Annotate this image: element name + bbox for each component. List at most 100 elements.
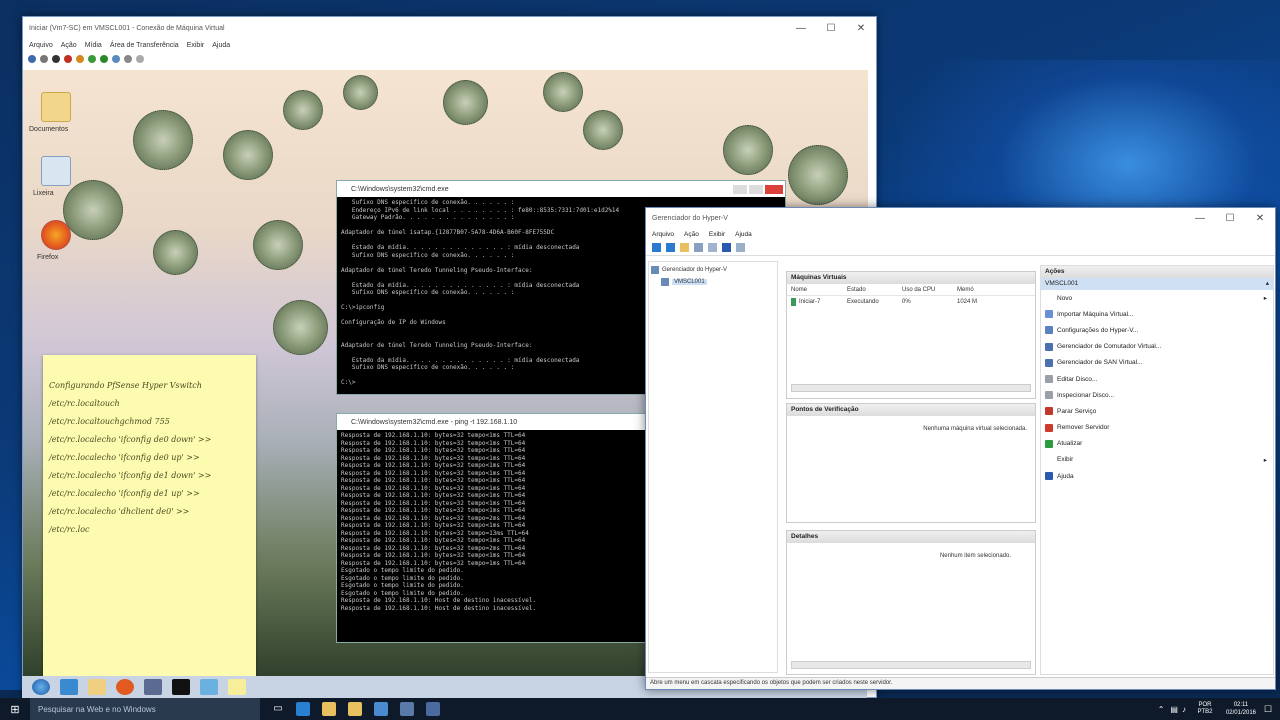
sticky-line: /etc/rc.localtouch: [49, 399, 120, 408]
action-item[interactable]: Configurações do Hyper-V...: [1041, 322, 1273, 338]
network-icon[interactable]: ▤: [1170, 705, 1182, 714]
ie-icon[interactable]: [60, 679, 78, 695]
hv-menubar: Arquivo Ação Exibir Ajuda: [646, 228, 1275, 240]
pause-icon[interactable]: [88, 55, 96, 63]
sticky-line: /etc/rc.localecho 'ifconfig de1 up' >>: [49, 489, 200, 498]
notifications-icon[interactable]: ☐: [1264, 704, 1280, 715]
menu-midia[interactable]: Mídia: [85, 42, 102, 49]
action-item[interactable]: Parar Serviço: [1041, 403, 1273, 419]
action-item[interactable]: Exibir ▸: [1041, 452, 1273, 468]
table-row[interactable]: Iniciar-7 Executando 0% 1024 M: [787, 296, 1035, 308]
volume-icon[interactable]: ♪: [1182, 705, 1192, 714]
maximize-button[interactable]: ☐: [816, 23, 846, 34]
menu-arquivo[interactable]: Arquivo: [652, 231, 674, 238]
col-mem[interactable]: Memó: [957, 287, 997, 293]
firefox-icon[interactable]: [116, 679, 134, 695]
horizontal-scrollbar[interactable]: [791, 384, 1031, 392]
minimize-button[interactable]: —: [1185, 213, 1215, 224]
edge-icon[interactable]: [296, 702, 310, 716]
action-label: Importar Máquina Virtual...: [1057, 310, 1134, 318]
ctrl-alt-del-icon[interactable]: [28, 55, 36, 63]
start-orb-icon[interactable]: [32, 679, 50, 695]
minimize-button[interactable]: —: [786, 23, 816, 34]
back-icon[interactable]: [652, 243, 661, 252]
help-icon[interactable]: [722, 243, 731, 252]
action-item[interactable]: Importar Máquina Virtual...: [1041, 306, 1273, 322]
windows-start-icon[interactable]: ⊞: [0, 698, 30, 720]
forward-icon[interactable]: [666, 243, 675, 252]
save-icon[interactable]: [76, 55, 84, 63]
menu-area-transferencia[interactable]: Área de Transferência: [110, 42, 179, 49]
action-item[interactable]: Inspecionar Disco...: [1041, 387, 1273, 403]
menu-arquivo[interactable]: Arquivo: [29, 42, 53, 49]
actions-header: Ações: [1041, 266, 1273, 278]
start-icon[interactable]: [40, 55, 48, 63]
collapse-icon[interactable]: ▴: [1266, 278, 1273, 290]
firefox-icon[interactable]: [41, 220, 71, 250]
sticky-notes-icon[interactable]: [228, 679, 246, 695]
action-item[interactable]: Gerenciador de Comutador Virtual...: [1041, 339, 1273, 355]
actions-section[interactable]: VMSCL001 ▴: [1041, 278, 1273, 290]
tree-server[interactable]: VMSCL001: [649, 278, 777, 286]
menu-acao[interactable]: Ação: [684, 231, 699, 238]
turn-off-icon[interactable]: [52, 55, 60, 63]
properties-icon[interactable]: [708, 243, 717, 252]
menu-ajuda[interactable]: Ajuda: [735, 231, 752, 238]
shutdown-icon[interactable]: [64, 55, 72, 63]
horizontal-scrollbar[interactable]: [791, 661, 1031, 669]
explorer-icon[interactable]: [88, 679, 106, 695]
menu-acao[interactable]: Ação: [61, 42, 77, 49]
action-item[interactable]: Ajuda: [1041, 468, 1273, 484]
checkpoint-icon[interactable]: [112, 55, 120, 63]
menu-exibir[interactable]: Exibir: [709, 231, 725, 238]
app-taskbar-icon[interactable]: [426, 702, 440, 716]
clock[interactable]: 02:11 02/01/2016: [1218, 701, 1264, 717]
maximize-button[interactable]: [749, 184, 763, 194]
recycle-bin-icon[interactable]: [41, 156, 71, 186]
close-button[interactable]: ✕: [846, 23, 876, 34]
desktop-icon-label: Firefox: [37, 254, 59, 261]
action-item[interactable]: Atualizar: [1041, 436, 1273, 452]
vm-mem: 1024 M: [957, 299, 978, 305]
reset-icon[interactable]: [100, 55, 108, 63]
vm-cpu: 0%: [902, 299, 911, 305]
app-icon[interactable]: [200, 679, 218, 695]
maximize-button[interactable]: ☐: [1215, 213, 1245, 224]
cmd-icon[interactable]: [172, 679, 190, 695]
cmd-window-ping[interactable]: C:\Windows\system32\cmd.exe - ping -t 19…: [336, 413, 646, 643]
col-cpu[interactable]: Uso da CPU: [902, 287, 957, 293]
task-view-icon[interactable]: ▭: [266, 698, 290, 720]
hyperv-manager-taskbar-icon[interactable]: [374, 702, 388, 716]
file-explorer-icon[interactable]: [322, 702, 336, 716]
tray-up-icon[interactable]: ⌃: [1158, 705, 1171, 714]
action-label: Configurações do Hyper-V...: [1057, 326, 1139, 334]
close-button[interactable]: [765, 184, 783, 194]
minimize-button[interactable]: [733, 184, 747, 194]
folder-icon[interactable]: [41, 92, 71, 122]
menu-ajuda[interactable]: Ajuda: [212, 42, 230, 49]
action-item[interactable]: Gerenciador de SAN Virtual...: [1041, 355, 1273, 371]
tree-root[interactable]: Gerenciador do Hyper-V: [649, 262, 777, 278]
revert-icon[interactable]: [124, 55, 132, 63]
sticky-note[interactable]: Configurando PfSense Hyper Vswitch /etc/…: [43, 355, 256, 688]
network-icon[interactable]: [144, 679, 162, 695]
action-item[interactable]: Remover Servidor: [1041, 420, 1273, 436]
menu-exibir[interactable]: Exibir: [187, 42, 205, 49]
panel-icon[interactable]: [736, 243, 745, 252]
enhanced-session-icon[interactable]: [136, 55, 144, 63]
col-name[interactable]: Nome: [787, 287, 847, 293]
action-item[interactable]: Novo ▸: [1041, 290, 1273, 306]
search-box[interactable]: Pesquisar na Web e no Windows: [30, 698, 260, 720]
folder-icon[interactable]: [348, 702, 362, 716]
folder-icon[interactable]: [680, 243, 689, 252]
vm-list-pane: Máquinas Virtuais Nome Estado Uso da CPU…: [786, 271, 1036, 399]
col-state[interactable]: Estado: [847, 287, 902, 293]
vm-connection-taskbar-icon[interactable]: [400, 702, 414, 716]
action-item[interactable]: Editar Disco...: [1041, 371, 1273, 387]
server-icon: [661, 278, 669, 286]
checkpoints-empty-text: Nenhuma máquina virtual selecionada.: [923, 426, 1027, 432]
console-icon[interactable]: [694, 243, 703, 252]
tree-server-label: VMSCL001: [672, 279, 707, 285]
language-indicator[interactable]: POR PTB2: [1192, 702, 1218, 716]
close-button[interactable]: ✕: [1245, 213, 1275, 224]
